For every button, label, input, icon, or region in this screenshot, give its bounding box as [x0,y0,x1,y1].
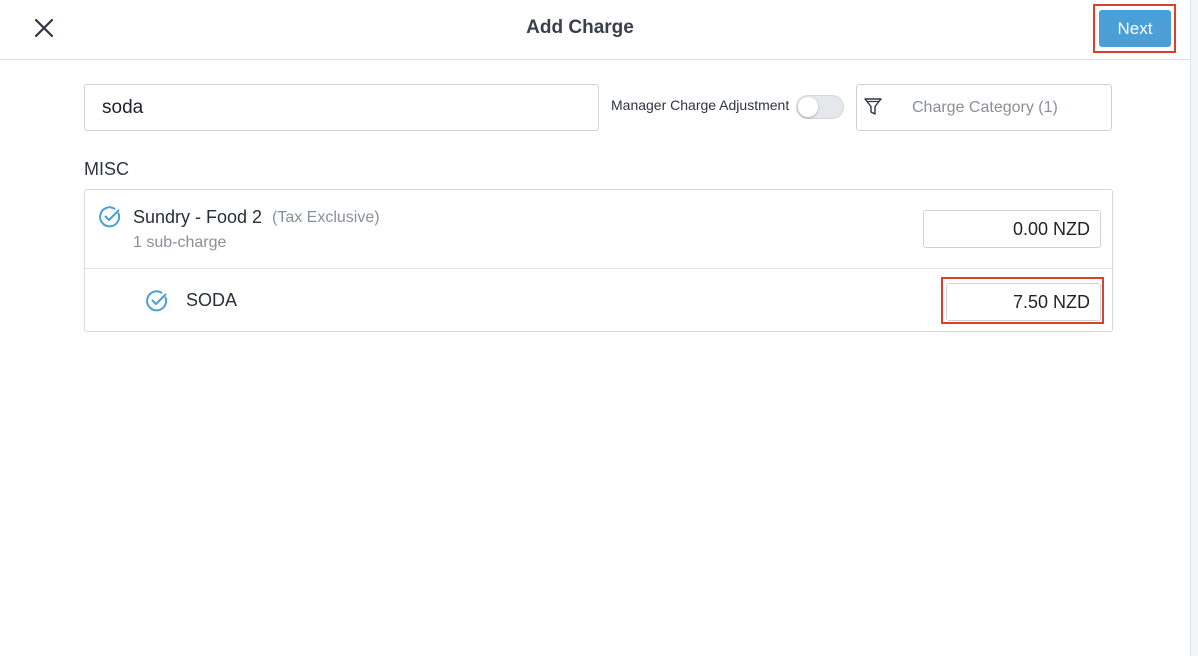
charge-list: Sundry - Food 2 (Tax Exclusive) 1 sub-ch… [84,189,1113,332]
toggle-knob [798,97,818,117]
charge-category-label: Charge Category (1) [912,99,1058,116]
manager-adjustment-label: Manager Charge Adjustment [611,97,790,113]
background-edge [1190,0,1198,656]
check-circle-icon[interactable] [98,205,122,229]
row-divider [85,268,1112,269]
parent-amount-input[interactable] [923,210,1101,248]
search-input[interactable] [84,84,599,131]
sub-charge-name: SODA [186,290,238,310]
section-title: MISC [84,159,129,179]
filter-icon [864,98,882,115]
next-button[interactable]: Next [1099,10,1171,47]
dialog-header: Add Charge Next [0,0,1190,60]
parent-charge-name: Sundry - Food 2 [133,207,263,227]
parent-charge-subcount: 1 sub-charge [133,234,227,251]
dialog-title: Add Charge [526,17,634,38]
check-circle-icon[interactable] [145,289,169,313]
manager-adjustment-toggle[interactable] [796,95,844,119]
charge-category-filter[interactable]: Charge Category (1) [856,84,1112,131]
parent-charge-tax: (Tax Exclusive) [272,209,380,226]
add-charge-dialog: Add Charge Next Manager Charge Adjustmen… [0,0,1198,656]
sub-charge-amount-input[interactable] [946,283,1101,321]
